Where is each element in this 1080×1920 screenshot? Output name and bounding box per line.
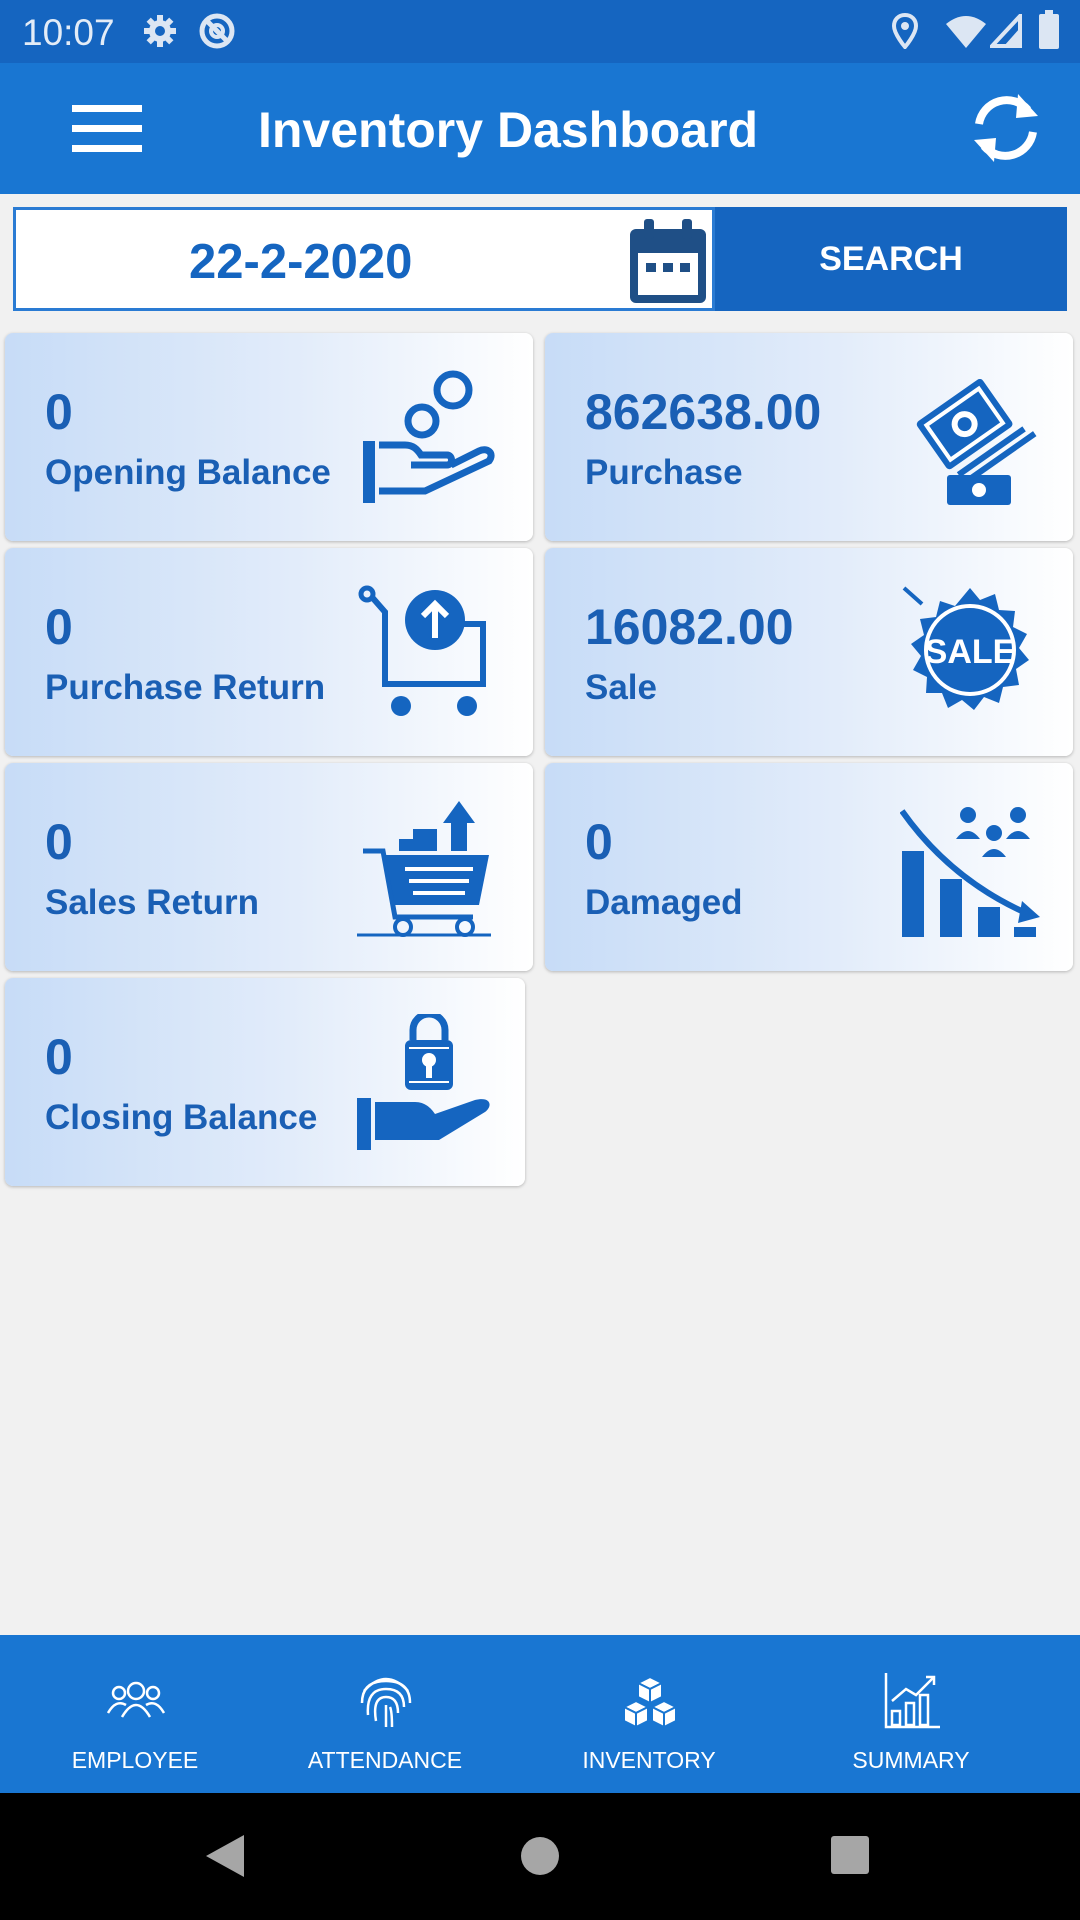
nav-employee[interactable]: EMPLOYEE [0, 1635, 270, 1793]
hand-coin-icon [363, 370, 495, 503]
card-label: Closing Balance [45, 1098, 318, 1137]
date-field[interactable]: 22-2-2020 [13, 207, 715, 311]
bottom-navigation: EMPLOYEE ATTENDANCE INVENTORY SUMMARY [0, 1635, 1080, 1793]
cell-signal-icon [990, 14, 1022, 48]
wifi-icon [946, 16, 986, 48]
money-hand-icon [916, 378, 1037, 505]
menu-button[interactable] [60, 99, 158, 159]
menu-bar [72, 145, 142, 152]
app-bar: Inventory Dashboard [0, 63, 1080, 194]
card-value: 0 [585, 814, 613, 870]
back-icon[interactable] [204, 1833, 246, 1879]
cubes-icon [621, 1675, 679, 1729]
opening-balance-card[interactable]: 0 Opening Balance [5, 333, 533, 541]
cart-upload-icon [358, 585, 486, 716]
sale-card[interactable]: 16082.00 Sale SALE [545, 548, 1073, 756]
menu-bar [72, 105, 142, 112]
status-time: 10:07 [22, 12, 115, 53]
bar-chart-icon [884, 1673, 940, 1729]
battery-icon [1039, 10, 1059, 49]
sync-status-icon [199, 13, 235, 49]
status-bar: 10:07 [0, 0, 1080, 63]
svg-text:SALE: SALE [925, 633, 1016, 671]
date-value: 22-2-2020 [189, 235, 413, 289]
system-navigation-bar [0, 1793, 1080, 1920]
card-label: Opening Balance [45, 453, 331, 492]
card-value: 0 [45, 814, 73, 870]
nav-summary[interactable]: SUMMARY [776, 1635, 1046, 1793]
card-value: 862638.00 [585, 384, 822, 440]
card-value: 16082.00 [585, 599, 794, 655]
cart-boxes-icon [357, 801, 491, 937]
nav-inventory[interactable]: INVENTORY [514, 1635, 784, 1793]
search-button[interactable]: SEARCH [715, 207, 1067, 311]
page-title: Inventory Dashboard [258, 102, 759, 158]
card-label: Damaged [585, 883, 743, 922]
nav-label: ATTENDANCE [307, 1747, 463, 1773]
settings-gear-icon [144, 15, 176, 47]
purchase-return-card[interactable]: 0 Purchase Return [5, 548, 533, 756]
menu-bar [72, 125, 142, 132]
card-label: Sale [585, 668, 657, 707]
card-label: Purchase [585, 453, 743, 492]
card-value: 0 [45, 1029, 73, 1085]
card-label: Purchase Return [45, 668, 326, 707]
sales-return-card[interactable]: 0 Sales Return [5, 763, 533, 971]
location-icon [892, 13, 918, 49]
refresh-icon[interactable] [966, 88, 1046, 168]
declining-chart-icon [900, 807, 1040, 937]
recents-icon[interactable] [830, 1835, 870, 1875]
card-label: Sales Return [45, 883, 259, 922]
nav-attendance[interactable]: ATTENDANCE [250, 1635, 520, 1793]
card-value: 0 [45, 384, 73, 440]
hand-lock-icon [357, 1014, 490, 1150]
card-value: 0 [45, 599, 73, 655]
home-icon[interactable] [519, 1835, 561, 1877]
sale-badge-icon: SALE [902, 586, 1029, 710]
closing-balance-card[interactable]: 0 Closing Balance [5, 978, 525, 1186]
nav-label: INVENTORY [582, 1747, 716, 1773]
people-icon [106, 1681, 166, 1718]
damaged-card[interactable]: 0 Damaged [545, 763, 1073, 971]
purchase-card[interactable]: 862638.00 Purchase [545, 333, 1073, 541]
nav-label: SUMMARY [852, 1747, 970, 1773]
fingerprint-icon [360, 1677, 412, 1728]
nav-label: EMPLOYEE [71, 1747, 199, 1773]
calendar-icon[interactable] [626, 219, 710, 307]
